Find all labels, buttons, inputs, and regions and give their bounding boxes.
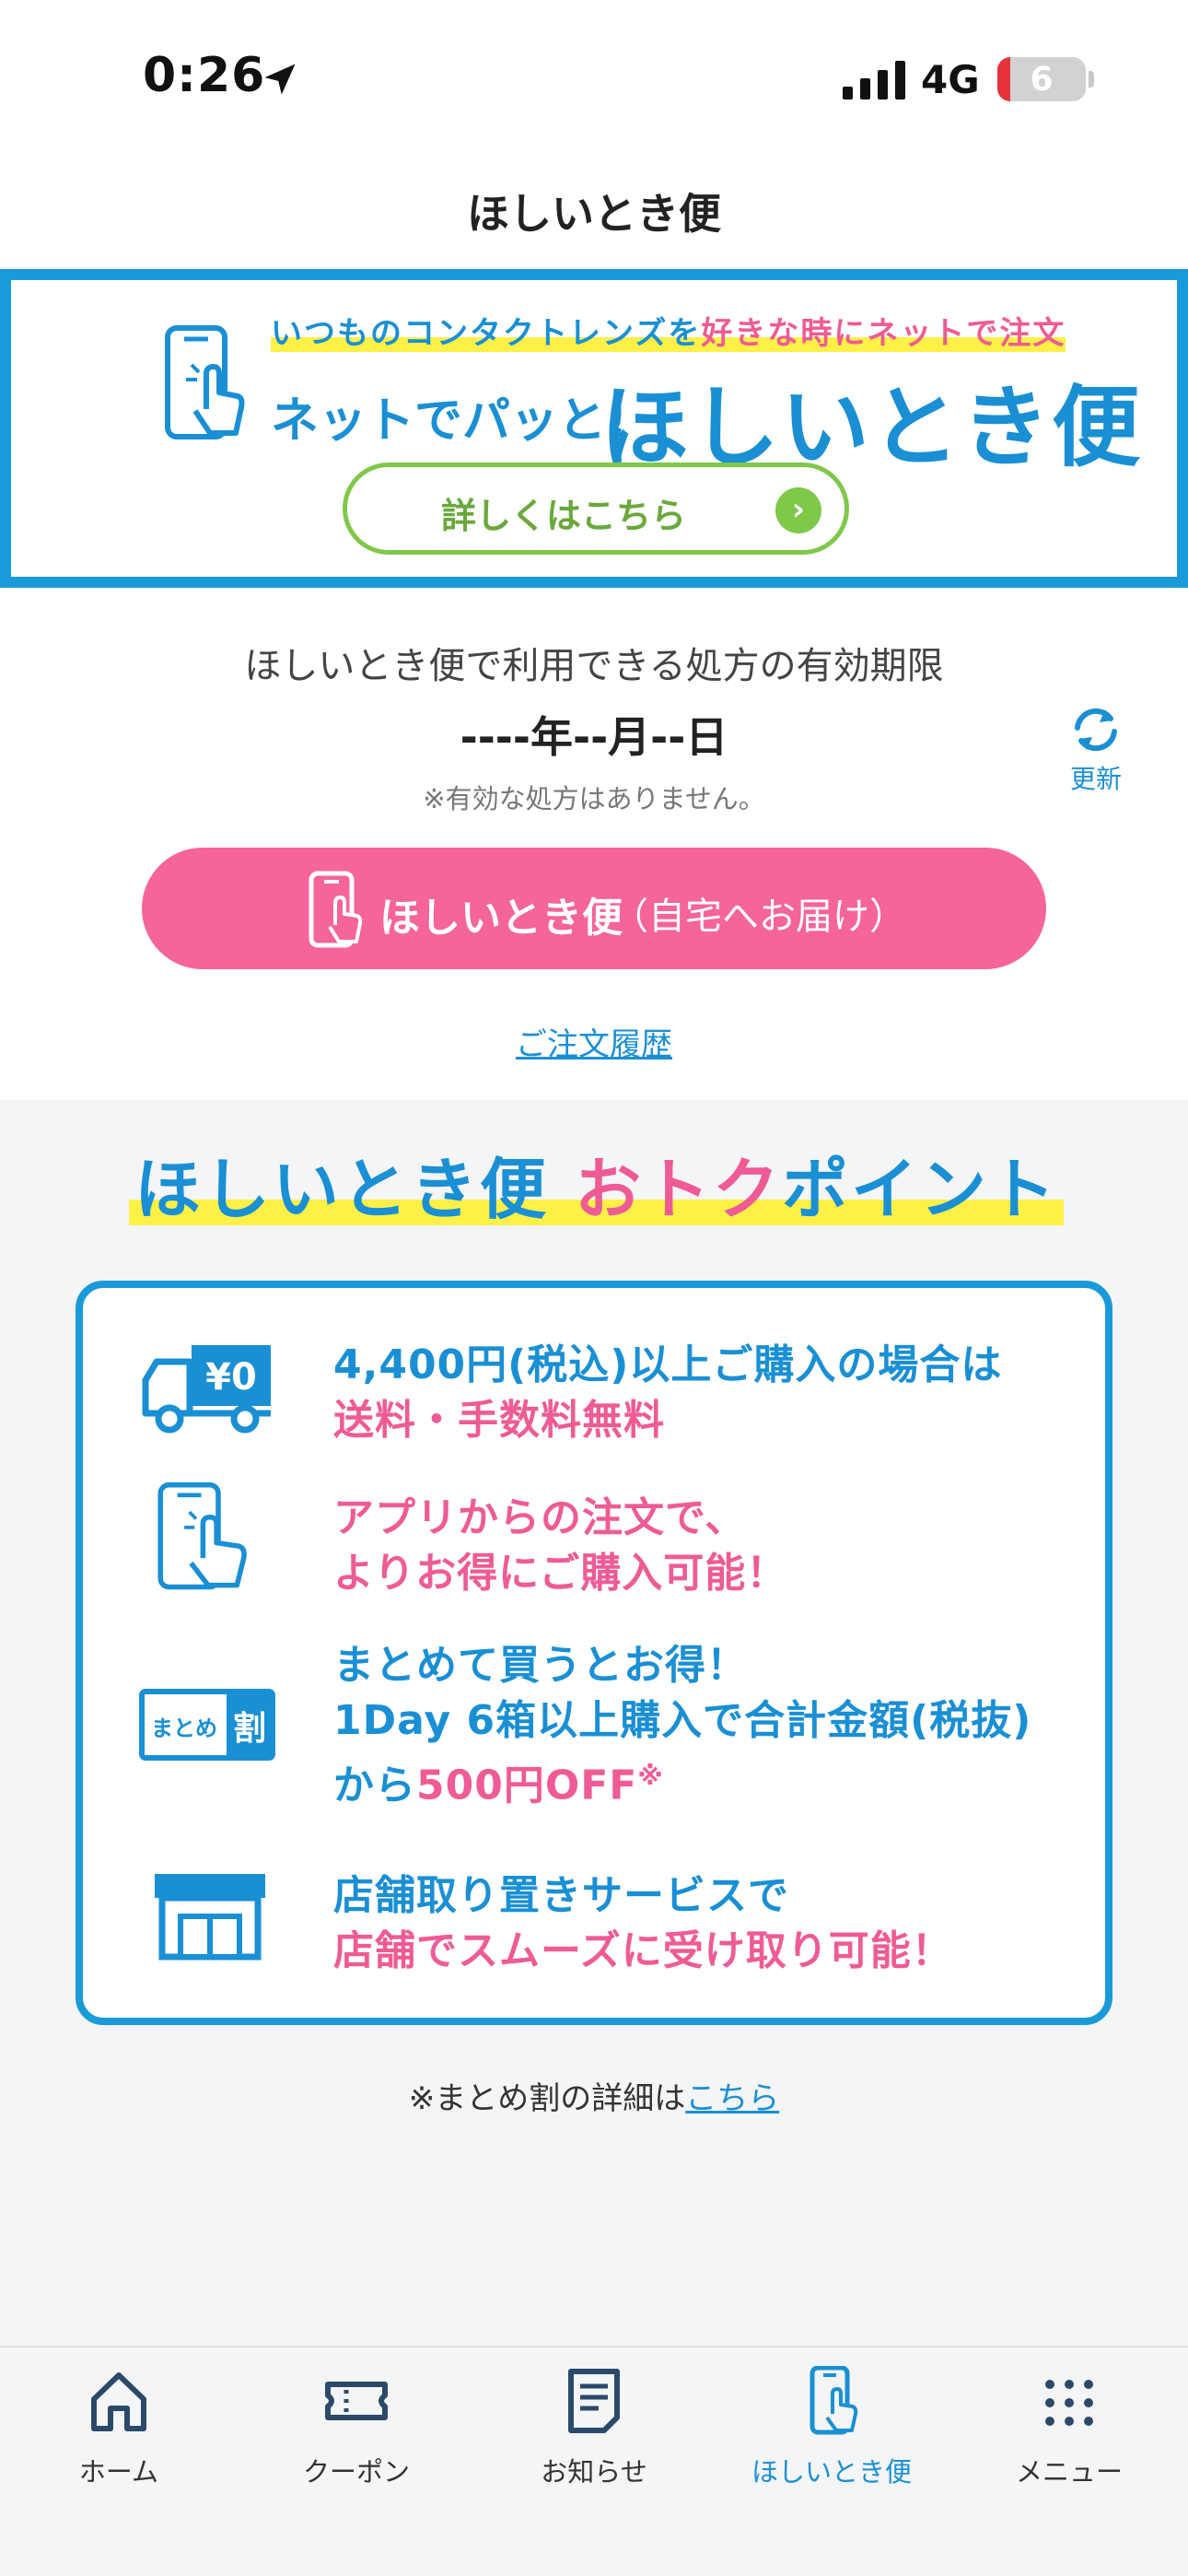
phone-tap-icon <box>809 2366 858 2435</box>
benefit-line: 1Day 6箱以上購入で合計金額(税抜) <box>333 1697 1032 1744</box>
nav-label: お知らせ <box>541 2456 647 2488</box>
chevron-right-icon: › <box>775 487 821 533</box>
cellular-signal-icon <box>843 61 905 100</box>
banner-tagline-part1: いつものコンタクトレンズを <box>271 315 702 352</box>
nav-item-hoshii[interactable]: ほしいとき便 <box>713 2366 950 2504</box>
banner-subtitle-small: ネットでパッと! <box>271 393 628 449</box>
benefits-box: ¥0 4,400円(税込)以上ご購入の場合は 送料・手数料無料 アプリからの注文… <box>76 1281 1112 2025</box>
prescription-expiry-date: ----年--月--日 <box>460 712 728 762</box>
benefits-heading-text: ほしいとき便 おトクポイント <box>129 1135 1064 1232</box>
page-header: ほしいとき便 <box>0 157 1188 267</box>
benefit-text: 4,400円(税込)以上ご購入の場合は 送料・手数料無料 <box>333 1338 1002 1448</box>
nav-item-menu[interactable]: メニュー <box>950 2366 1188 2504</box>
nav-label: メニュー <box>1015 2456 1123 2488</box>
order-home-delivery-button[interactable]: ほしいとき便 （自宅へお届け） <box>142 848 1046 969</box>
grid-menu-icon <box>1045 2380 1093 2426</box>
benefit-line: 送料・手数料無料 <box>333 1397 665 1444</box>
status-bar: 0:26 4G 6 <box>0 0 1188 157</box>
status-time: 0:26 <box>143 48 266 103</box>
benefit-line: 店舗でスムーズに受け取り可能！ <box>333 1927 953 1974</box>
battery-tip <box>1089 71 1094 88</box>
refresh-button[interactable]: 更新 <box>1050 702 1142 803</box>
benefits-heading-pink: おトク <box>575 1151 783 1228</box>
location-arrow-icon <box>264 64 296 95</box>
benefit-line: まとめて買うとお得！ <box>333 1642 748 1689</box>
matome-note: ※まとめ割の詳細はこちら <box>0 2073 1188 2118</box>
benefit-app-order: アプリからの注文で、 よりお得にご購入可能！ <box>83 1481 1105 1601</box>
truck-icon: ¥0 <box>142 1345 271 1434</box>
nav-label: ほしいとき便 <box>751 2456 912 2488</box>
benefits-heading-blue2: ポイント <box>782 1151 1059 1228</box>
battery-icon: 6 <box>997 57 1086 101</box>
ticket-icon <box>325 2382 388 2420</box>
refresh-icon <box>1075 708 1117 752</box>
prescription-title: ほしいとき便で利用できる処方の有効期限 <box>244 645 944 687</box>
benefit-line: から500円OFF※ <box>333 1749 1031 1814</box>
matome-details-link[interactable]: こちら <box>685 2080 779 2117</box>
benefits-heading: ほしいとき便 おトクポイント <box>129 1135 1064 1236</box>
matome-note-text: ※まとめ割の詳細は <box>408 2080 686 2117</box>
bulk-badge-right: 割 <box>233 1710 266 1748</box>
phone-tap-icon <box>309 871 363 948</box>
nav-item-coupon[interactable]: クーポン <box>238 2366 475 2504</box>
benefit-text: 店舗取り置きサービスで 店舗でスムーズに受け取り可能！ <box>333 1868 953 1979</box>
benefit-free-shipping: ¥0 4,400円(税込)以上ご購入の場合は 送料・手数料無料 <box>83 1325 1105 1445</box>
benefit-line3-mark: ※ <box>637 1761 664 1791</box>
nav-item-news[interactable]: お知らせ <box>475 2366 713 2504</box>
nav-item-home[interactable]: ホーム <box>0 2366 238 2504</box>
order-button-label: ほしいとき便 <box>379 895 623 942</box>
benefit-line: 店舗取り置きサービスで <box>333 1872 789 1919</box>
home-icon <box>91 2372 146 2431</box>
prescription-note: ※有効な処方はありません。 <box>423 783 765 814</box>
hoshii-banner[interactable]: いつものコンタクトレンズを好きな時にネットで注文 ネットでパッと! ほしいとき便… <box>0 269 1188 588</box>
order-history-link[interactable]: ご注文履歴 <box>0 1019 1188 1064</box>
benefit-line: 4,400円(税込)以上ご購入の場合は <box>333 1341 1003 1388</box>
page-title: ほしいとき便 <box>467 189 721 239</box>
bulk-discount-icon: まとめ 割 <box>139 1689 275 1761</box>
bulk-badge-left: まとめ <box>151 1715 217 1741</box>
bottom-nav: ホーム クーポン お知らせ ほしいとき便 メニュー <box>0 2346 1188 2576</box>
benefit-text: アプリからの注文で、 よりお得にご購入可能！ <box>333 1491 787 1601</box>
benefit-line3-discount: 500円OFF <box>416 1762 638 1809</box>
benefits-heading-blue: ほしいとき便 <box>134 1151 576 1228</box>
benefit-bulk-discount: まとめ 割 まとめて買うとお得！ 1Day 6箱以上購入で合計金額(税抜) から… <box>83 1638 1105 1822</box>
document-icon <box>568 2369 620 2433</box>
benefit-store-pickup: 店舗取り置きサービスで 店舗でスムーズに受け取り可能！ <box>83 1859 1105 1988</box>
banner-details-label: 詳しくはこちら <box>440 496 686 536</box>
banner-tagline-part2: 好きな時にネットで注文 <box>701 315 1066 352</box>
benefit-line: アプリからの注文で、 <box>333 1494 747 1541</box>
banner-details-button[interactable]: 詳しくはこちら › <box>343 463 849 555</box>
battery-level: 6 <box>1030 61 1054 99</box>
benefit-line: よりお得にご購入可能！ <box>333 1550 788 1597</box>
benefit-text: まとめて買うとお得！ 1Day 6箱以上購入で合計金額(税抜) から500円OF… <box>333 1638 1031 1814</box>
banner-tagline: いつものコンタクトレンズを好きな時にネットで注文 <box>271 308 1066 353</box>
nav-label: ホーム <box>78 2456 159 2488</box>
store-icon <box>155 1874 265 1961</box>
refresh-label: 更新 <box>1069 764 1122 794</box>
network-type: 4G <box>921 57 980 102</box>
benefit-line3-prefix: から <box>333 1762 416 1809</box>
phone-tap-icon <box>165 325 245 439</box>
phone-tap-icon <box>157 1481 247 1590</box>
prescription-section: ほしいとき便で利用できる処方の有効期限 ----年--月--日 ※有効な処方はあ… <box>0 588 1188 1100</box>
truck-badge: ¥0 <box>205 1356 257 1399</box>
nav-label: クーポン <box>302 2456 410 2488</box>
order-button-sublabel: （自宅へお届け） <box>611 896 906 938</box>
